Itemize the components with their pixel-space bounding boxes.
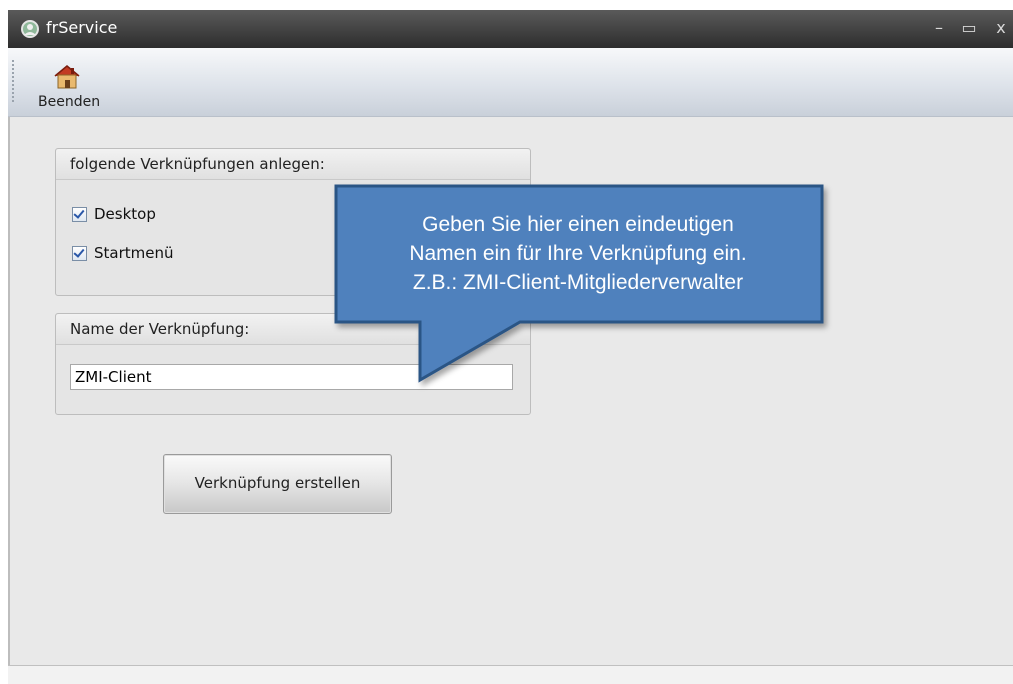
title-bar: frService – ▭ x (8, 10, 1013, 48)
callout-line-1: Geben Sie hier einen eindeutigen (422, 212, 734, 236)
app-icon (21, 20, 39, 38)
maximize-button[interactable]: ▭ (958, 16, 980, 40)
shortcuts-group-header: folgende Verknüpfungen anlegen: (56, 149, 530, 180)
startmenu-checkbox[interactable] (72, 246, 87, 261)
toolbar-grip[interactable] (12, 60, 14, 104)
beenden-button[interactable]: Beenden (30, 58, 116, 112)
create-shortcut-button[interactable]: Verknüpfung erstellen (163, 454, 392, 514)
close-button[interactable]: x (990, 16, 1012, 40)
name-group-header: Name der Verknüpfung: (56, 314, 530, 345)
desktop-checkbox[interactable] (72, 207, 87, 222)
status-bar (8, 665, 1013, 684)
callout-line-3: Z.B.: ZMI-Client-Mitgliederverwalter (412, 270, 744, 294)
name-group: Name der Verknüpfung: (55, 313, 531, 415)
home-icon (54, 65, 80, 89)
startmenu-label: Startmenü (94, 244, 174, 262)
app-window: frService – ▭ x Beenden folgende Verknüp… (8, 10, 1013, 684)
desktop-label: Desktop (94, 205, 156, 223)
callout-text: Geben Sie hier einen eindeutigen Namen e… (336, 188, 820, 318)
window-title: frService (46, 18, 118, 37)
callout-line-2: Namen ein für Ihre Verknüpfung ein. (409, 241, 747, 265)
beenden-label: Beenden (38, 94, 101, 110)
minimize-button[interactable]: – (928, 16, 950, 40)
toolbar: Beenden (8, 48, 1013, 117)
shortcut-name-input[interactable] (70, 364, 513, 390)
